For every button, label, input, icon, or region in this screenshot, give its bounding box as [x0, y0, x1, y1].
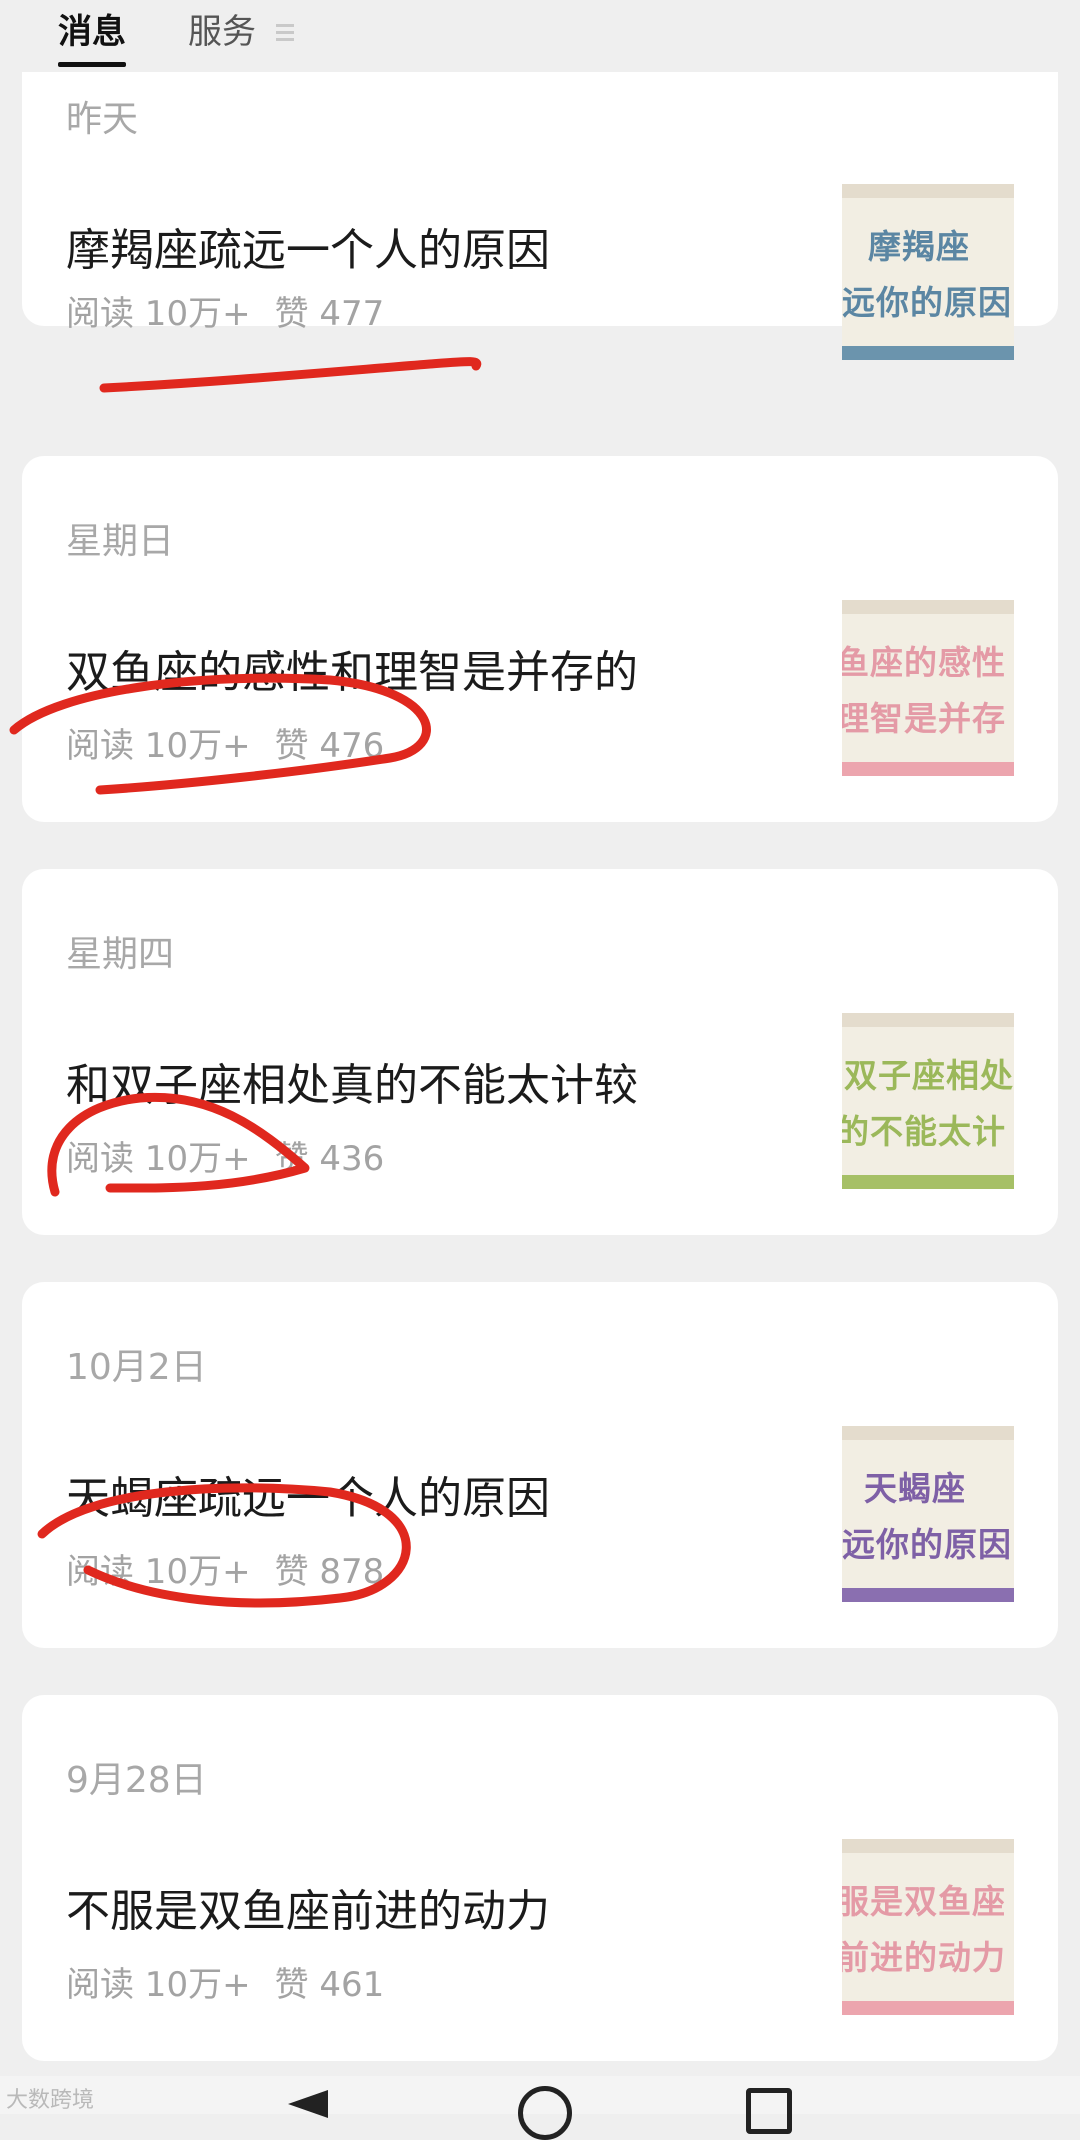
article-date: 昨天 [66, 99, 139, 140]
watermark: 大数跨境 [6, 2088, 95, 2113]
thumb-line-2: 前进的动力 [842, 1938, 1006, 1977]
article-thumbnail[interactable]: 服是双鱼座 前进的动力 [842, 1839, 1014, 2015]
menu-icon[interactable] [276, 24, 294, 41]
thumb-line-1: 双子座相处 [844, 1056, 1014, 1095]
tab-services[interactable]: 服务 [188, 12, 256, 52]
thumb-stripe [842, 1588, 1014, 1602]
read-count: 阅读 10万+ [66, 1552, 251, 1592]
article-thumbnail[interactable]: 双子座相处 的不能太计 [842, 1013, 1014, 1189]
article-title[interactable]: 摩羯座疏远一个人的原因 [66, 214, 550, 278]
article-stats: 阅读 10万+ 赞 878 [66, 1544, 384, 1593]
thumb-line-2: 理智是并存 [842, 699, 1006, 738]
thumb-line-2: 远你的原因 [842, 1525, 1012, 1564]
tab-messages-label: 消息 [58, 12, 126, 52]
article-date: 10月2日 [66, 1347, 207, 1388]
thumb-line-2: 远你的原因 [842, 283, 1012, 322]
article-thumbnail[interactable]: 摩羯座 远你的原因 [842, 184, 1014, 360]
article-card[interactable]: 星期日 双鱼座的感性和理智是并存的 阅读 10万+ 赞 476 鱼座的感性 理智是… [22, 456, 1058, 822]
thumb-line-1: 鱼座的感性 [842, 643, 1006, 682]
annotation-stroke [99, 357, 482, 393]
read-count: 阅读 10万+ [66, 726, 251, 766]
like-count: 赞 878 [274, 1552, 385, 1592]
tab-messages[interactable]: 消息 [58, 12, 126, 67]
article-title[interactable]: 不服是双鱼座前进的动力 [66, 1875, 550, 1939]
like-count: 赞 436 [274, 1139, 385, 1179]
article-thumbnail[interactable]: 鱼座的感性 理智是并存 [842, 600, 1014, 776]
article-card[interactable]: 星期四 和双子座相处真的不能太计较 阅读 10万+ 赞 436 双子座相处 的不能… [22, 869, 1058, 1235]
article-date: 星期日 [66, 521, 175, 562]
thumb-line-1: 天蝎座 [864, 1469, 966, 1508]
recent-apps-icon[interactable] [746, 2088, 792, 2134]
active-tab-indicator [58, 62, 126, 67]
article-thumbnail[interactable]: 天蝎座 远你的原因 [842, 1426, 1014, 1602]
home-icon[interactable] [518, 2086, 572, 2140]
article-date: 9月28日 [66, 1760, 207, 1801]
tab-services-label: 服务 [188, 12, 256, 52]
article-title[interactable]: 和双子座相处真的不能太计较 [66, 1049, 638, 1113]
article-stats: 阅读 10万+ 赞 461 [66, 1957, 384, 2006]
like-count: 赞 477 [274, 294, 385, 334]
read-count: 阅读 10万+ [66, 1965, 251, 2005]
thumb-line-1: 摩羯座 [868, 227, 970, 266]
thumb-stripe [842, 1175, 1014, 1189]
article-stats: 阅读 10万+ 赞 436 [66, 1131, 384, 1180]
thumb-stripe [842, 2001, 1014, 2015]
like-count: 赞 461 [274, 1965, 385, 2005]
top-tab-bar: 消息 服务 [0, 0, 1080, 72]
article-date: 星期四 [66, 934, 175, 975]
article-stats: 阅读 10万+ 赞 476 [66, 718, 384, 767]
thumb-stripe [842, 762, 1014, 776]
system-nav-bar: 大数跨境 [0, 2076, 1080, 2140]
thumb-line-1: 服是双鱼座 [842, 1882, 1006, 1921]
article-title[interactable]: 天蝎座疏远一个人的原因 [66, 1462, 550, 1526]
article-card[interactable]: 10月2日 天蝎座疏远一个人的原因 阅读 10万+ 赞 878 天蝎座 远你的原因 [22, 1282, 1058, 1648]
like-count: 赞 476 [274, 726, 385, 766]
thumb-stripe [842, 346, 1014, 360]
article-card[interactable]: 9月28日 不服是双鱼座前进的动力 阅读 10万+ 赞 461 服是双鱼座 前进的… [22, 1695, 1058, 2061]
article-stats: 阅读 10万+ 赞 477 [66, 286, 384, 335]
article-title[interactable]: 双鱼座的感性和理智是并存的 [66, 636, 638, 700]
read-count: 阅读 10万+ [66, 1139, 251, 1179]
thumb-line-2: 的不能太计 [842, 1112, 1006, 1151]
read-count: 阅读 10万+ [66, 294, 251, 334]
